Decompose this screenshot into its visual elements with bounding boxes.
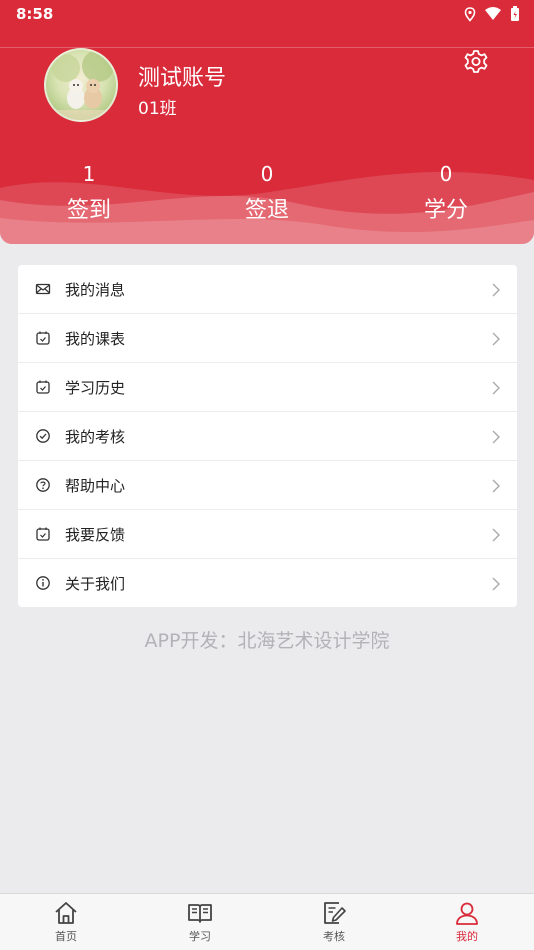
avatar[interactable]	[44, 48, 118, 122]
menu-item-label: 我的消息	[65, 280, 126, 299]
help-icon	[36, 478, 50, 492]
menu-list: 我的消息 我的课表 学习历史 我的考核 帮助中心 我要反馈 关于我们	[18, 265, 517, 607]
wifi-icon	[485, 7, 501, 20]
stat-credits-label: 学分	[423, 198, 468, 223]
tab-mine[interactable]: 我的	[427, 900, 507, 944]
developer-credit: APP开发：北海艺术设计学院	[144, 630, 390, 652]
stat-checkin-label: 签到	[66, 198, 111, 223]
feedback-icon	[36, 527, 50, 541]
chevron-right-icon	[492, 577, 500, 591]
menu-item-label: 帮助中心	[65, 476, 126, 495]
menu-item-schedule[interactable]: 我的课表	[18, 314, 517, 363]
menu-item-assessment[interactable]: 我的考核	[18, 412, 517, 461]
schedule-icon	[36, 331, 50, 345]
exam-icon	[324, 902, 346, 924]
info-icon	[36, 576, 50, 590]
status-bar: 8:58	[0, 0, 534, 30]
stat-credits-value: 0	[439, 162, 453, 186]
profile-header: 8:58 测试账号 01班 1 签到 0 签退 0 学分	[0, 0, 534, 244]
menu-item-history[interactable]: 学习历史	[18, 363, 517, 412]
menu-item-label: 我要反馈	[65, 525, 126, 544]
battery-icon	[511, 6, 519, 21]
menu-item-help[interactable]: 帮助中心	[18, 461, 517, 510]
mail-icon	[35, 283, 51, 295]
stat-checkout-value: 0	[260, 162, 274, 186]
chevron-right-icon	[492, 283, 500, 297]
bottom-tab-bar: 首页 学习 考核 我的	[0, 893, 534, 950]
menu-item-label: 学习历史	[65, 378, 126, 397]
location-icon	[464, 6, 476, 22]
user-icon	[456, 902, 478, 925]
history-icon	[36, 380, 50, 394]
chevron-right-icon	[492, 528, 500, 542]
tab-home[interactable]: 首页	[26, 900, 106, 944]
user-class: 01班	[138, 99, 177, 119]
tab-label: 我的	[456, 930, 478, 943]
stat-checkout-label: 签退	[244, 198, 289, 223]
menu-item-about[interactable]: 关于我们	[18, 559, 517, 608]
home-icon	[55, 902, 77, 924]
tab-assessment[interactable]: 考核	[294, 900, 374, 944]
menu-item-label: 关于我们	[65, 575, 126, 593]
settings-gear-icon[interactable]	[463, 49, 489, 75]
chevron-right-icon	[492, 479, 500, 493]
menu-item-messages[interactable]: 我的消息	[18, 265, 517, 314]
menu-item-feedback[interactable]: 我要反馈	[18, 510, 517, 559]
tab-label: 考核	[323, 930, 345, 943]
check-circle-icon	[36, 429, 50, 443]
tab-label: 学习	[189, 930, 211, 943]
stat-checkin[interactable]: 1 签到	[19, 160, 159, 224]
book-icon	[188, 904, 212, 923]
stat-checkout[interactable]: 0 签退	[197, 160, 337, 224]
chevron-right-icon	[492, 381, 500, 395]
tab-label: 首页	[55, 930, 77, 943]
avatar-image	[52, 50, 114, 120]
username: 测试账号	[138, 66, 227, 91]
chevron-right-icon	[492, 332, 500, 346]
status-time: 8:58	[16, 5, 54, 23]
chevron-right-icon	[492, 430, 500, 444]
menu-item-label: 我的课表	[65, 329, 126, 348]
tab-study[interactable]: 学习	[160, 900, 240, 944]
menu-item-label: 我的考核	[65, 427, 126, 446]
stat-checkin-value: 1	[82, 162, 96, 186]
status-icons	[464, 6, 520, 22]
stat-credits[interactable]: 0 学分	[376, 160, 516, 224]
